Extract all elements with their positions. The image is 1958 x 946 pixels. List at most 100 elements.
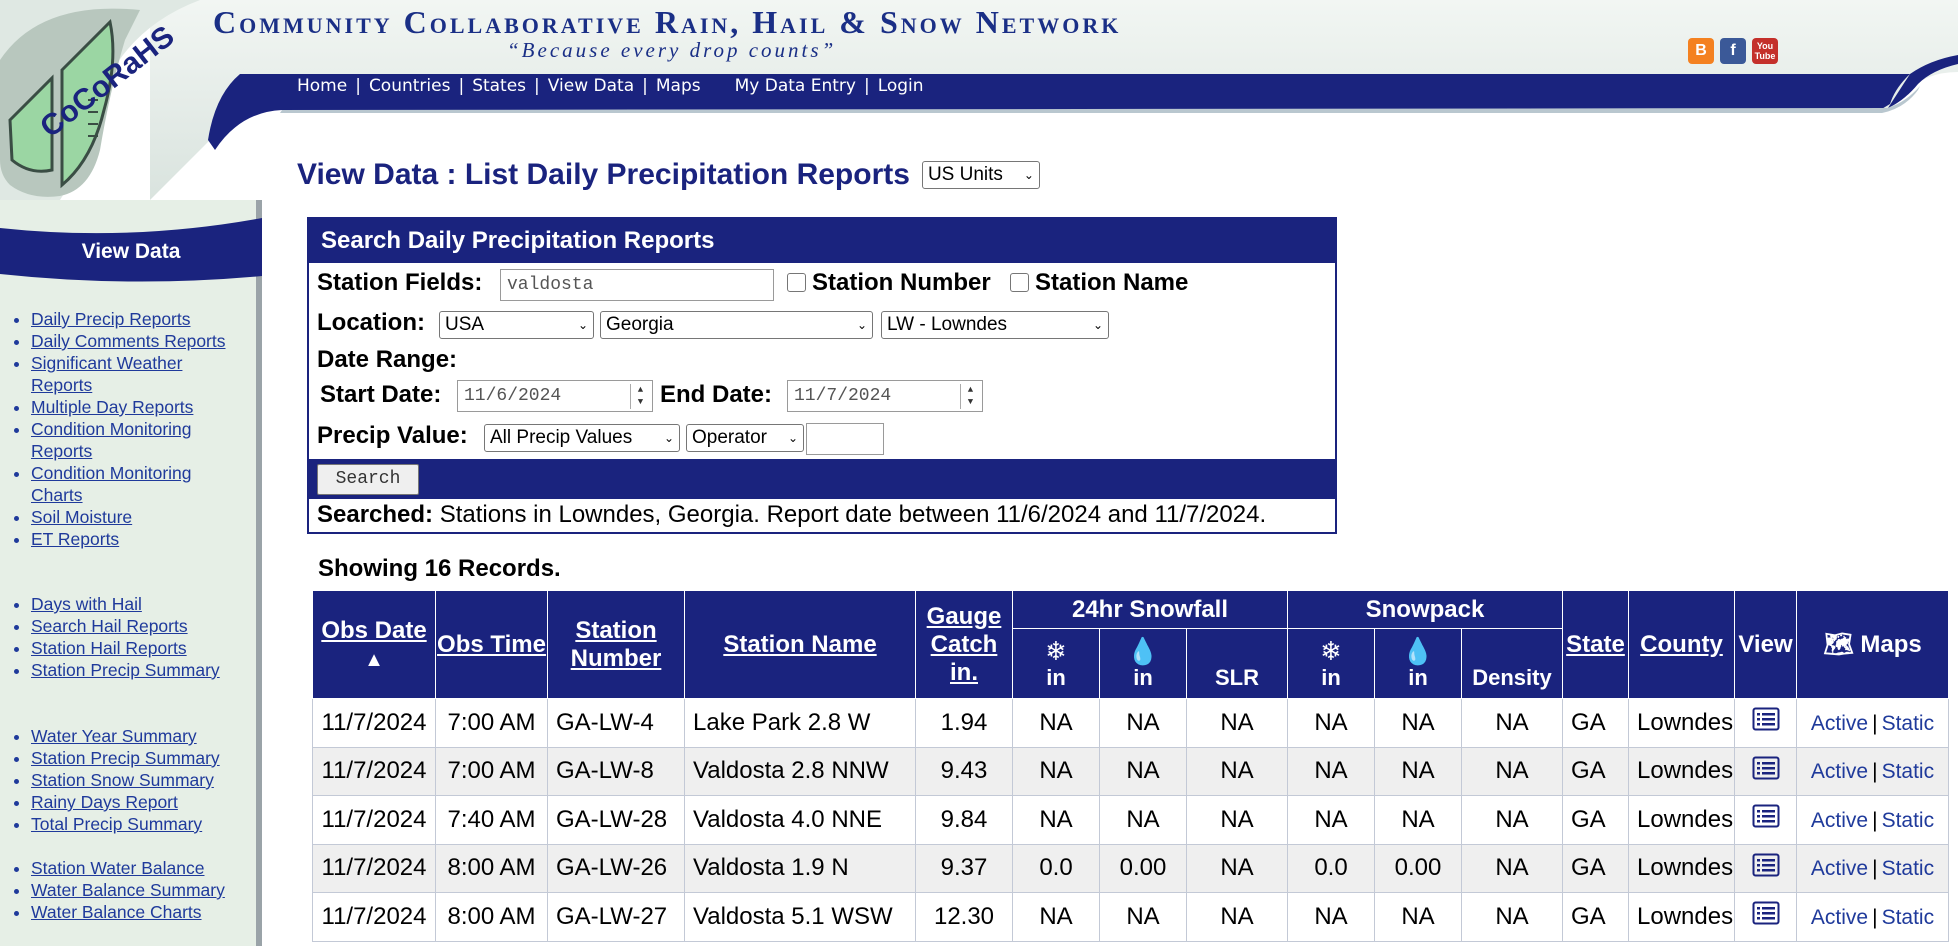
sidebar-link-condition-monitoring-charts[interactable]: Condition Monitoring Charts xyxy=(31,463,192,505)
table-row: 11/7/2024 7:40 AM GA-LW-28 Valdosta 4.0 NNE… xyxy=(312,795,1949,845)
header-county[interactable]: County xyxy=(1628,590,1735,699)
county-select[interactable]: LW - Lowndes ⌄ xyxy=(881,311,1109,339)
location-label: Location: xyxy=(317,309,425,336)
sidebar-link-rainy-days-report[interactable]: Rainy Days Report xyxy=(31,792,178,812)
sidebar-link-station-hail-reports[interactable]: Station Hail Reports xyxy=(31,638,187,658)
sidebar-link-condition-monitoring-reports[interactable]: Condition Monitoring Reports xyxy=(31,419,192,461)
map-static-link[interactable]: Static xyxy=(1882,857,1935,880)
map-active-link[interactable]: Active xyxy=(1811,809,1868,832)
cell-station-number: GA-LW-8 xyxy=(547,746,685,796)
country-select[interactable]: USA ⌄ xyxy=(439,311,594,339)
date-spinner-icon[interactable]: ▲ ▼ xyxy=(630,384,650,409)
precip-value-input[interactable] xyxy=(806,423,884,455)
cell-obs-time: 8:00 AM xyxy=(435,892,548,942)
header-24hr-snowfall: 24hr Snowfall xyxy=(1012,590,1288,629)
station-fields-label: Station Fields: xyxy=(317,269,483,296)
list-item: Days with Hail xyxy=(31,593,220,615)
list-item: Water Balance Summary xyxy=(31,879,225,901)
nav-maps[interactable]: Maps xyxy=(656,76,701,96)
sidebar-link-station-water-balance[interactable]: Station Water Balance xyxy=(31,858,204,878)
report-list-icon[interactable] xyxy=(1752,804,1780,835)
cell-maps: Active | Static xyxy=(1796,843,1949,893)
cell-snowfall-water: NA xyxy=(1099,746,1187,796)
blogger-icon[interactable]: B xyxy=(1688,38,1714,64)
nav-login[interactable]: Login xyxy=(878,76,924,96)
cocorahs-logo[interactable]: CoCoRaHS xyxy=(0,0,210,200)
cell-snowpack-in: NA xyxy=(1287,746,1375,796)
report-list-icon[interactable] xyxy=(1752,756,1780,787)
youtube-icon[interactable]: You Tube xyxy=(1752,38,1778,64)
sidebar-link-daily-precip-reports[interactable]: Daily Precip Reports xyxy=(31,309,191,329)
sidebar-link-multiple-day-reports[interactable]: Multiple Day Reports xyxy=(31,397,193,417)
nav-view-data[interactable]: View Data xyxy=(548,76,634,96)
map-icon: 🗺 xyxy=(1823,631,1854,658)
list-item: Condition Monitoring Reports xyxy=(31,418,221,462)
cell-state: GA xyxy=(1562,698,1629,748)
sidebar-link-daily-comments-reports[interactable]: Daily Comments Reports xyxy=(31,331,226,351)
header-obs-time[interactable]: Obs Time xyxy=(435,590,548,699)
header-gauge-catch[interactable]: Gauge Catch in. xyxy=(915,590,1013,699)
sidebar-link-days-with-hail[interactable]: Days with Hail xyxy=(31,594,142,614)
header-snowfall-in: ❄ in xyxy=(1012,628,1100,699)
table-row: 11/7/2024 7:00 AM GA-LW-8 Valdosta 2.8 NNW 9… xyxy=(312,746,1949,796)
start-date-input[interactable]: 11/6/2024 ▲ ▼ xyxy=(457,380,653,412)
cell-snowfall-in: 0.0 xyxy=(1012,843,1100,893)
header-station-name[interactable]: Station Name xyxy=(684,590,916,699)
nav-home[interactable]: Home xyxy=(297,76,347,96)
nav-my-data-entry[interactable]: My Data Entry xyxy=(735,76,856,96)
cell-view xyxy=(1734,795,1797,845)
cell-snowpack-density: NA xyxy=(1461,892,1563,942)
search-button[interactable]: Search xyxy=(317,464,419,495)
end-date-label: End Date: xyxy=(660,381,773,408)
header-state[interactable]: State xyxy=(1562,590,1629,699)
sidebar-link-total-precip-summary[interactable]: Total Precip Summary xyxy=(31,814,202,834)
map-active-link[interactable]: Active xyxy=(1811,906,1868,929)
list-item: ET Reports xyxy=(31,528,226,550)
list-item: Daily Precip Reports xyxy=(31,308,226,330)
sidebar-link-station-snow-summary[interactable]: Station Snow Summary xyxy=(31,770,214,790)
state-select[interactable]: Georgia ⌄ xyxy=(600,311,873,339)
link-separator: | xyxy=(1872,760,1878,784)
map-static-link[interactable]: Static xyxy=(1882,760,1935,783)
end-date-input[interactable]: 11/7/2024 ▲ ▼ xyxy=(787,380,983,412)
station-number-checkbox[interactable] xyxy=(787,273,806,292)
report-list-icon[interactable] xyxy=(1752,707,1780,738)
cell-obs-time: 7:00 AM xyxy=(435,698,548,748)
nav-countries[interactable]: Countries xyxy=(369,76,451,96)
chevron-down-icon: ⌄ xyxy=(787,431,798,445)
cell-obs-date: 11/7/2024 xyxy=(312,698,436,748)
cell-snowfall-water: NA xyxy=(1099,795,1187,845)
date-spinner-icon[interactable]: ▲ ▼ xyxy=(960,384,980,409)
report-list-icon[interactable] xyxy=(1752,901,1780,932)
list-item: Condition Monitoring Charts xyxy=(31,462,221,506)
header-station-number[interactable]: Station Number xyxy=(547,590,685,699)
facebook-icon[interactable]: f xyxy=(1720,38,1746,64)
sidebar-link-water-balance-summary[interactable]: Water Balance Summary xyxy=(31,880,225,900)
report-list-icon[interactable] xyxy=(1752,853,1780,884)
units-select[interactable]: US Units ⌄ xyxy=(921,161,1040,189)
map-active-link[interactable]: Active xyxy=(1811,857,1868,880)
precip-value-select[interactable]: All Precip Values ⌄ xyxy=(484,424,680,452)
nav-states[interactable]: States xyxy=(472,76,526,96)
sidebar-link-significant-weather-reports[interactable]: Significant Weather Reports xyxy=(31,353,182,395)
sidebar-link-water-balance-charts[interactable]: Water Balance Charts xyxy=(31,902,202,922)
sidebar-link-station-precip-summary[interactable]: Station Precip Summary xyxy=(31,660,220,680)
map-active-link[interactable]: Active xyxy=(1811,760,1868,783)
record-count: Showing 16 Records. xyxy=(318,555,561,582)
station-name-checkbox[interactable] xyxy=(1010,273,1029,292)
map-static-link[interactable]: Static xyxy=(1882,712,1935,735)
sidebar-link-search-hail-reports[interactable]: Search Hail Reports xyxy=(31,616,188,636)
map-static-link[interactable]: Static xyxy=(1882,906,1935,929)
cell-snowpack-water: NA xyxy=(1374,795,1462,845)
sidebar-link-water-year-summary[interactable]: Water Year Summary xyxy=(31,726,197,746)
operator-select[interactable]: Operator ⌄ xyxy=(686,424,804,452)
sidebar-link-et-reports[interactable]: ET Reports xyxy=(31,529,119,549)
sidebar-link-soil-moisture[interactable]: Soil Moisture xyxy=(31,507,132,527)
link-separator: | xyxy=(1872,808,1878,832)
cell-obs-date: 11/7/2024 xyxy=(312,746,436,796)
map-static-link[interactable]: Static xyxy=(1882,809,1935,832)
sidebar-link-station-precip-summary-2[interactable]: Station Precip Summary xyxy=(31,748,220,768)
header-obs-date[interactable]: Obs Date ▲ xyxy=(312,590,436,699)
map-active-link[interactable]: Active xyxy=(1811,712,1868,735)
station-fields-input[interactable]: valdosta xyxy=(500,269,774,301)
